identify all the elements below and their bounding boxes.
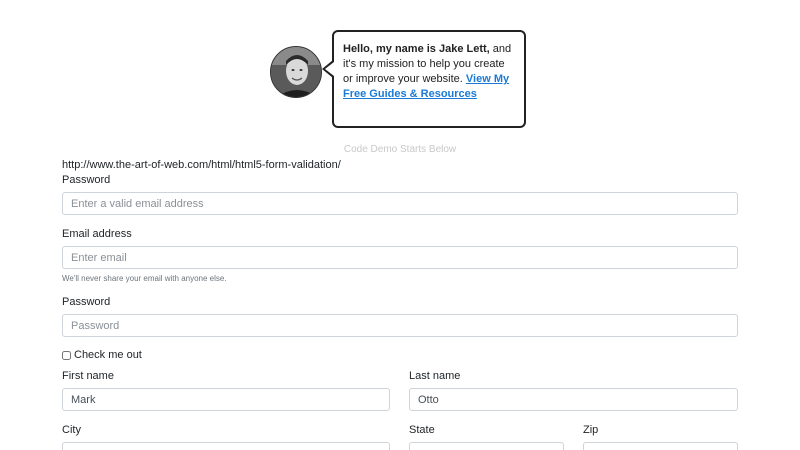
author-intro: Hello, my name is Jake Lett, and it's my…: [270, 30, 530, 128]
check-me-out[interactable]: Check me out: [62, 349, 142, 361]
first-name-label: First name: [62, 370, 114, 382]
zip-input[interactable]: [583, 442, 738, 450]
password-top-input[interactable]: [62, 192, 738, 215]
last-name-input[interactable]: [409, 388, 738, 411]
speech-bubble-tail-fill: [325, 62, 334, 76]
email-help-text: We'll never share your email with anyone…: [62, 274, 227, 283]
password-input[interactable]: [62, 314, 738, 337]
check-me-out-label: Check me out: [74, 349, 142, 361]
author-avatar: [270, 46, 322, 98]
check-me-out-checkbox[interactable]: [62, 350, 71, 360]
speech-bubble: Hello, my name is Jake Lett, and it's my…: [332, 30, 526, 128]
code-demo-note: Code Demo Starts Below: [343, 144, 457, 155]
email-label: Email address: [62, 228, 132, 240]
author-photo-icon: [271, 47, 321, 97]
zip-label: Zip: [583, 424, 599, 436]
last-name-label: Last name: [409, 370, 461, 382]
page: Hello, my name is Jake Lett, and it's my…: [0, 0, 800, 450]
state-input[interactable]: [409, 442, 564, 450]
email-input[interactable]: [62, 246, 738, 269]
intro-greeting: Hello, my name is Jake Lett,: [343, 43, 490, 55]
city-input[interactable]: [62, 442, 390, 450]
city-label: City: [62, 424, 81, 436]
first-name-input[interactable]: [62, 388, 390, 411]
state-label: State: [409, 424, 435, 436]
password-label: Password: [62, 296, 111, 308]
source-url: http://www.the-art-of-web.com/html/html5…: [62, 159, 341, 171]
password-top-label: Password: [62, 174, 111, 186]
